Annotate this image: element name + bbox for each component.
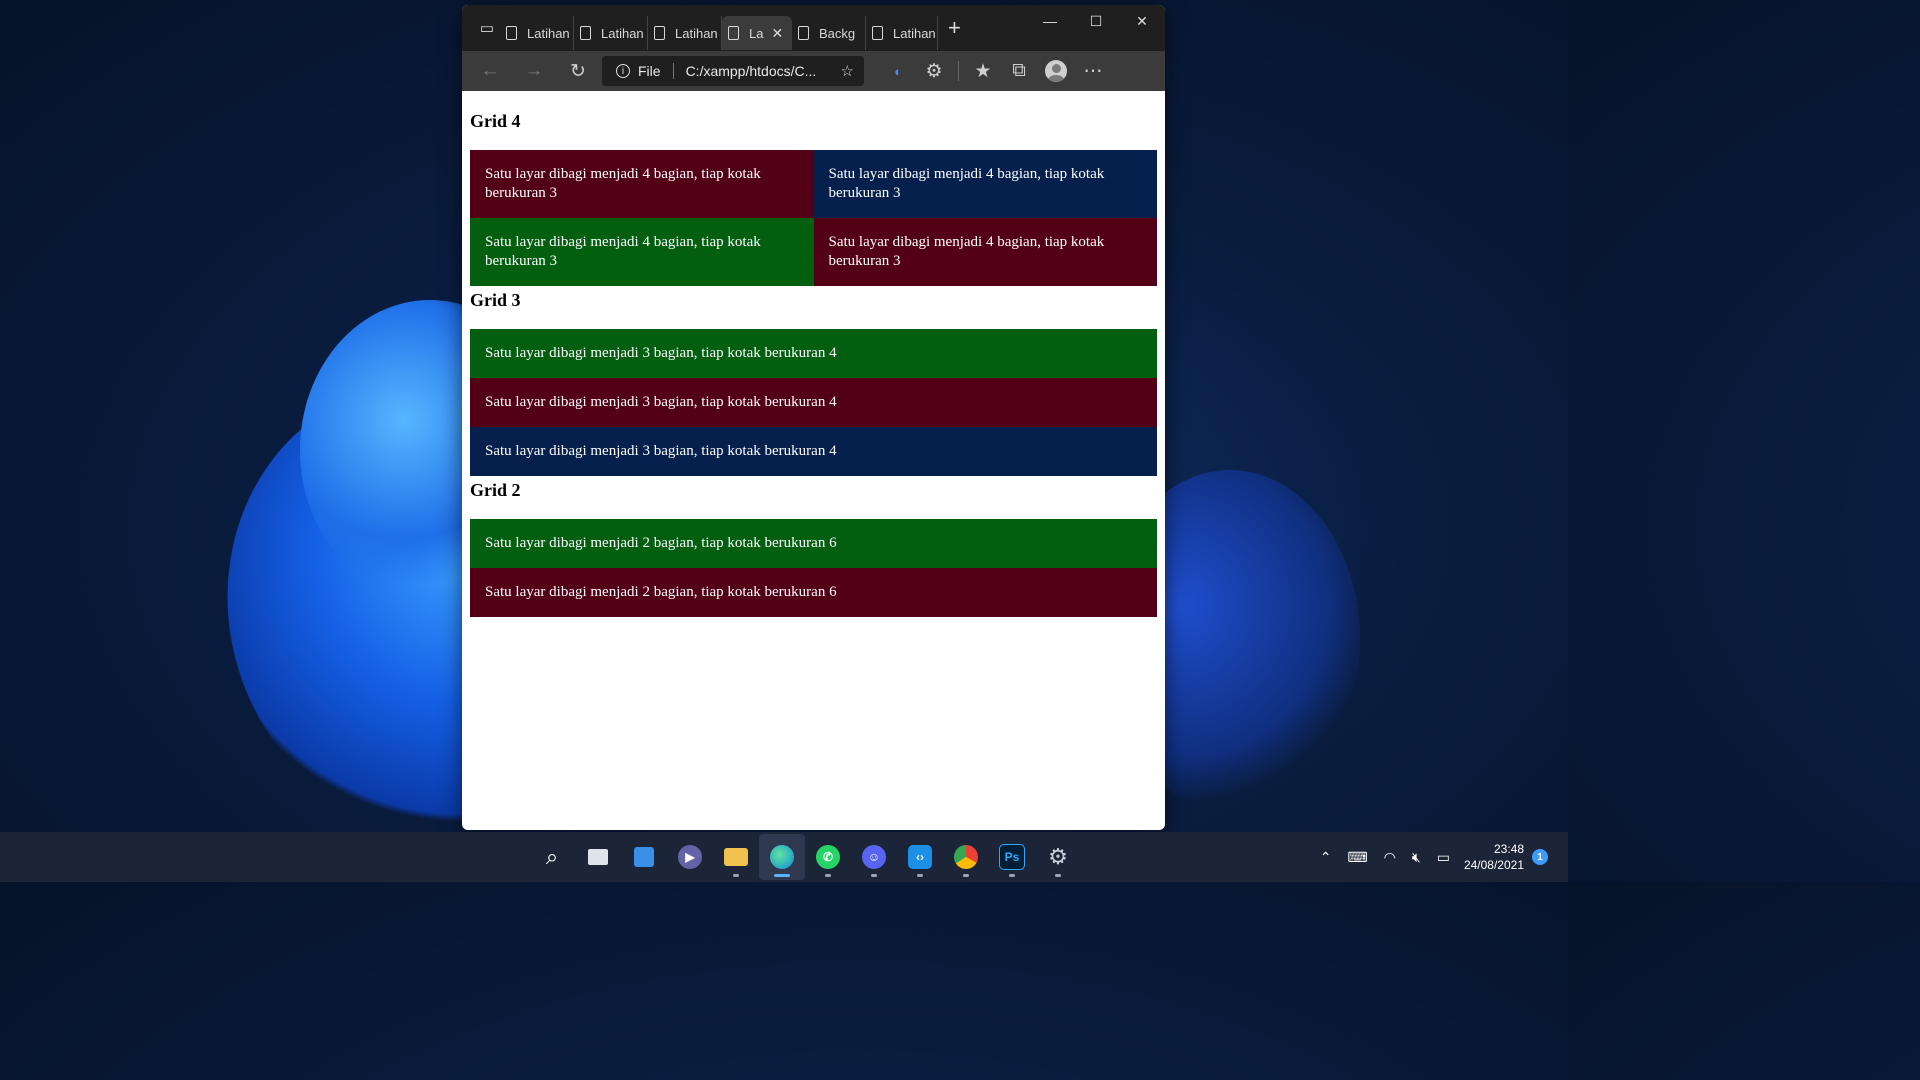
tab-title: Latihan xyxy=(675,25,718,41)
grid4-cell: Satu layar dibagi menjadi 4 bagian, tiap… xyxy=(813,150,1157,218)
url-text: C:/xampp/htdocs/C... xyxy=(685,63,817,79)
page-icon xyxy=(654,26,665,40)
grid4-cell: Satu layar dibagi menjadi 4 bagian, tiap… xyxy=(813,218,1157,286)
back-icon[interactable]: ← xyxy=(472,55,508,87)
photoshop-icon[interactable]: Ps xyxy=(989,834,1035,880)
browser-window: ▭ Latihan Latihan Latihan La ✕ Backg Lat… xyxy=(462,5,1165,830)
grid4-cell: Satu layar dibagi menjadi 4 bagian, tiap… xyxy=(470,218,814,286)
settings-icon[interactable]: ⚙ xyxy=(1035,834,1081,880)
page-icon xyxy=(506,26,517,40)
page-content: Grid 4 Satu layar dibagi menjadi 4 bagia… xyxy=(462,91,1165,617)
address-bar[interactable]: i File C:/xampp/htdocs/C... ☆ xyxy=(602,56,864,86)
scheme-label: File xyxy=(638,63,661,79)
tab-title: Latihan xyxy=(527,25,570,41)
extension-loading-icon[interactable]: ◐ xyxy=(880,55,916,87)
grid2-cell: Satu layar dibagi menjadi 2 bagian, tiap… xyxy=(470,568,1157,617)
forward-icon[interactable]: → xyxy=(516,55,552,87)
chevron-up-icon[interactable]: ⌃ xyxy=(1320,849,1332,866)
grid4-heading: Grid 4 xyxy=(470,111,521,131)
page-icon xyxy=(580,26,591,40)
notification-badge[interactable]: 1 xyxy=(1532,849,1548,865)
discord-icon[interactable]: ☺ xyxy=(851,834,897,880)
whatsapp-icon[interactable]: ✆ xyxy=(805,834,851,880)
tab[interactable]: Latihan xyxy=(866,16,938,50)
chrome-icon[interactable] xyxy=(943,834,989,880)
clock-date: 24/08/2021 xyxy=(1463,858,1524,872)
grid4-row-1: Satu layar dibagi menjadi 4 bagian, tiap… xyxy=(470,150,1157,218)
tab[interactable]: Latihan xyxy=(500,16,574,50)
tab-title: Latihan xyxy=(893,25,936,41)
widgets-icon[interactable] xyxy=(621,834,667,880)
tab[interactable]: Backg xyxy=(792,16,866,50)
page-icon xyxy=(798,26,809,40)
grid3-heading: Grid 3 xyxy=(470,290,521,310)
toolbar-divider xyxy=(958,61,959,81)
page-icon xyxy=(872,26,883,40)
close-window-icon[interactable]: ✕ xyxy=(1119,5,1165,37)
grid2-cell: Satu layar dibagi menjadi 2 bagian, tiap… xyxy=(470,519,1157,568)
volume-muted-icon[interactable]: 🔇︎ xyxy=(1412,849,1421,866)
edge-icon[interactable] xyxy=(759,834,805,880)
favorites-icon[interactable]: ★ xyxy=(965,55,1001,87)
grid4-row-2: Satu layar dibagi menjadi 4 bagian, tiap… xyxy=(470,218,1157,286)
tab-active[interactable]: La ✕ xyxy=(722,16,792,50)
tab-title: Backg xyxy=(819,25,856,41)
minimize-icon[interactable]: — xyxy=(1027,5,1073,37)
collections-icon[interactable]: ⧉ xyxy=(1001,55,1037,87)
more-options-icon[interactable]: ⋯ xyxy=(1075,55,1111,87)
extensions-icon[interactable]: ⚙ xyxy=(916,55,952,87)
maximize-icon[interactable]: ☐ xyxy=(1073,5,1119,37)
grid3-cell: Satu layar dibagi menjadi 3 bagian, tiap… xyxy=(470,427,1157,476)
add-favorite-icon[interactable]: ☆ xyxy=(841,62,854,80)
teams-chat-icon[interactable]: ▶ xyxy=(667,834,713,880)
browser-toolbar: ← → ↻ i File C:/xampp/htdocs/C... ☆ ◐ ⚙ … xyxy=(462,51,1165,91)
clock-time: 23:48 xyxy=(1493,842,1524,856)
toolbar-right: ◐ ⚙ ★ ⧉ ⋯ xyxy=(880,55,1111,87)
taskbar-apps: ⌕ ▶ ✆ ☺ ‹› Ps ⚙ xyxy=(483,832,1081,882)
new-tab-icon[interactable]: + xyxy=(948,15,961,41)
vscode-icon[interactable]: ‹› xyxy=(897,834,943,880)
tab-bar: ▭ Latihan Latihan Latihan La ✕ Backg Lat… xyxy=(462,5,1165,51)
grid3-cell: Satu layar dibagi menjadi 3 bagian, tiap… xyxy=(470,329,1157,378)
system-tray: ⌃ ⌨ ◠ 🔇︎ ▭ 23:48 24/08/2021 1 xyxy=(1312,832,1568,882)
keyboard-icon[interactable]: ⌨ xyxy=(1347,849,1367,866)
grid3-cell: Satu layar dibagi menjadi 3 bagian, tiap… xyxy=(470,378,1157,427)
grid2-heading: Grid 2 xyxy=(470,480,521,500)
profile-avatar[interactable] xyxy=(1045,60,1067,82)
windows-start-icon[interactable] xyxy=(483,834,529,880)
task-view-icon[interactable] xyxy=(575,834,621,880)
photoshop-label: Ps xyxy=(999,844,1025,870)
close-tab-icon[interactable]: ✕ xyxy=(771,25,783,42)
tab-title: Latihan xyxy=(601,25,644,41)
workspaces-icon[interactable]: ▭ xyxy=(474,15,500,41)
search-icon[interactable]: ⌕ xyxy=(529,834,575,880)
taskbar: ⌕ ▶ ✆ ☺ ‹› Ps ⚙ ⌃ ⌨ ◠ 🔇︎ ▭ 23:48 24/08/2… xyxy=(0,832,1568,882)
info-icon[interactable]: i xyxy=(616,64,630,78)
address-divider xyxy=(672,63,674,79)
file-explorer-icon[interactable] xyxy=(713,834,759,880)
tab-title: La xyxy=(749,25,764,41)
window-controls: — ☐ ✕ xyxy=(1027,5,1165,37)
refresh-icon[interactable]: ↻ xyxy=(560,55,596,87)
grid4-cell: Satu layar dibagi menjadi 4 bagian, tiap… xyxy=(470,150,814,218)
clock[interactable]: 23:48 24/08/2021 xyxy=(1464,841,1524,873)
page-icon xyxy=(728,26,739,40)
battery-icon[interactable]: ▭ xyxy=(1437,849,1450,866)
wifi-icon[interactable]: ◠ xyxy=(1384,849,1396,866)
tab[interactable]: Latihan xyxy=(574,16,648,50)
tab[interactable]: Latihan xyxy=(648,16,722,50)
